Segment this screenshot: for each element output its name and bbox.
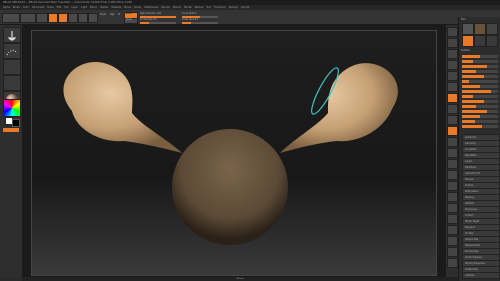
lightbox-button[interactable]: [20, 13, 36, 23]
view-control-button[interactable]: [447, 71, 458, 81]
view-control-button[interactable]: [447, 115, 458, 125]
tool-palette: Tool SubTool Subdivide Geometry ArrayMesh N…: [458, 17, 500, 281]
tool-thumb-6[interactable]: [486, 35, 498, 47]
brush-button[interactable]: [3, 27, 21, 43]
view-control-button[interactable]: [447, 148, 458, 158]
left-shelf: [0, 25, 23, 277]
top-toolbar: Mrgb Rgb M Zadd Zsub Rgb Intensity 100 Z…: [0, 10, 500, 25]
z-intensity-slider[interactable]: [140, 22, 176, 24]
rgb-intensity-label: Rgb Intensity 100: [140, 12, 162, 15]
palette-slider[interactable]: [462, 85, 498, 88]
palette-slider[interactable]: [462, 115, 498, 118]
projection-master-button[interactable]: [2, 13, 20, 23]
palette-item-initialize[interactable]: Initialize: [462, 272, 500, 279]
view-control-button[interactable]: [447, 192, 458, 202]
view-control-button[interactable]: [447, 60, 458, 70]
palette-slider[interactable]: [462, 120, 498, 123]
color-picker[interactable]: [3, 99, 21, 117]
scale-button[interactable]: [78, 13, 88, 23]
palette-slider[interactable]: [462, 100, 498, 103]
focal-shift-label: Focal Shift 0: [182, 12, 197, 15]
view-control-button[interactable]: [447, 137, 458, 147]
tool-thumb-5[interactable]: [474, 35, 486, 47]
palette-slider[interactable]: [462, 70, 498, 73]
palette-slider[interactable]: [462, 65, 498, 68]
draw-size-label: Draw Size 64: [182, 18, 198, 21]
left-ear: [63, 62, 182, 153]
view-control-button[interactable]: [447, 126, 458, 136]
view-control-button[interactable]: [447, 225, 458, 235]
palette-slider[interactable]: [462, 60, 498, 63]
document-canvas[interactable]: [31, 30, 437, 276]
view-control-button[interactable]: [447, 181, 458, 191]
rotate-button[interactable]: [88, 13, 98, 23]
edit-button[interactable]: [48, 13, 58, 23]
zadd-label: Zadd: [126, 12, 133, 15]
palette-slider[interactable]: [462, 75, 498, 78]
tool-thumb-1[interactable]: [462, 23, 474, 35]
palette-title: Tool: [461, 18, 466, 21]
window-title: ZBrush 4R6 64-bit — ZBrush Document Mem:…: [3, 1, 132, 4]
bottom-bar: ZBrush: [22, 277, 458, 281]
view-control-button[interactable]: [447, 82, 458, 92]
palette-slider[interactable]: [462, 125, 498, 128]
draw-size-slider[interactable]: [182, 22, 218, 24]
stroke-button[interactable]: [3, 43, 21, 59]
view-control-button[interactable]: [447, 214, 458, 224]
rgb-toggle[interactable]: Rgb: [110, 13, 115, 16]
view-control-button[interactable]: [447, 104, 458, 114]
palette-slider[interactable]: [462, 110, 498, 113]
view-control-button[interactable]: [447, 93, 458, 103]
z-intensity-label: Z Intensity 25: [140, 18, 157, 21]
view-control-button[interactable]: [447, 49, 458, 59]
view-control-button[interactable]: [447, 170, 458, 180]
view-control-button[interactable]: [447, 159, 458, 169]
subtool-header: SubTool: [461, 49, 470, 52]
switch-color-button[interactable]: [3, 128, 19, 132]
view-control-button[interactable]: [447, 247, 458, 257]
bottom-label: ZBrush: [236, 278, 244, 280]
tool-thumb-3[interactable]: [486, 23, 498, 35]
view-control-button[interactable]: [447, 258, 458, 268]
palette-slider[interactable]: [462, 105, 498, 108]
right-shelf: [445, 25, 458, 277]
texture-button[interactable]: [3, 75, 21, 91]
zsub-label: Zsub: [126, 18, 132, 21]
right-ear: [280, 63, 398, 153]
alpha-button[interactable]: [3, 59, 21, 75]
move-button[interactable]: [68, 13, 78, 23]
sculpt-model: [63, 62, 398, 245]
stroke-dots-icon: [6, 49, 18, 56]
brush-icon: [7, 31, 17, 41]
view-control-button[interactable]: [447, 203, 458, 213]
mrgb-toggle[interactable]: Mrgb: [100, 13, 106, 16]
palette-slider[interactable]: [462, 80, 498, 83]
head-sphere: [172, 129, 288, 245]
view-control-button[interactable]: [447, 38, 458, 48]
palette-slider[interactable]: [462, 55, 498, 58]
tool-thumb-2[interactable]: [474, 23, 486, 35]
palette-slider[interactable]: [462, 95, 498, 98]
secondary-color-swatch[interactable]: [12, 119, 20, 127]
view-control-button[interactable]: [447, 27, 458, 37]
tool-thumb-4[interactable]: [462, 35, 474, 47]
palette-slider[interactable]: [462, 90, 498, 93]
quick-sketch-button[interactable]: [36, 13, 48, 23]
view-control-button[interactable]: [447, 236, 458, 246]
draw-button[interactable]: [58, 13, 68, 23]
m-toggle[interactable]: M: [118, 13, 120, 16]
